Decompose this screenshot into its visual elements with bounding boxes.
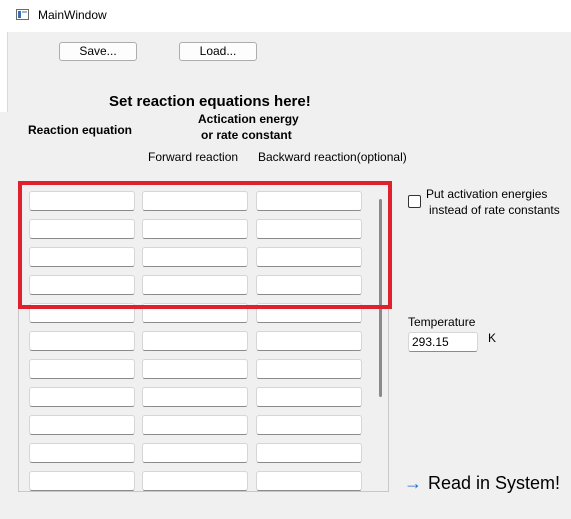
window-edge (0, 32, 7, 112)
activation-checkbox-label-line1: Put activation energies (426, 187, 548, 201)
temperature-unit: K (488, 331, 497, 345)
forward-reaction-header: Forward reaction (148, 150, 239, 164)
read-in-system-label: Read in System! (428, 473, 561, 493)
backward-reaction-header: Backward reaction(optional) (258, 150, 407, 164)
save-button[interactable]: Save... (59, 42, 137, 61)
backward-reaction-input[interactable] (256, 359, 362, 379)
arrow-right-icon: → (404, 473, 422, 493)
reaction-equation-header: Reaction equation (28, 123, 133, 137)
forward-reaction-input[interactable] (142, 387, 248, 407)
forward-reaction-input[interactable] (142, 471, 248, 491)
reaction-equation-input[interactable] (29, 471, 135, 491)
highlight-box (18, 181, 392, 309)
read-in-system-button[interactable]: → Read in System! (404, 473, 560, 499)
forward-reaction-input[interactable] (142, 443, 248, 463)
window-title: MainWindow (38, 8, 107, 22)
app-window-icon (16, 9, 29, 20)
backward-reaction-input[interactable] (256, 415, 362, 435)
activation-checkbox-label-line2: instead of rate constants (429, 203, 560, 217)
forward-reaction-input[interactable] (142, 415, 248, 435)
backward-reaction-input[interactable] (256, 471, 362, 491)
reaction-equation-input[interactable] (29, 387, 135, 407)
activation-header-line1: Actication energy (198, 112, 299, 126)
reaction-equation-input[interactable] (29, 359, 135, 379)
backward-reaction-input[interactable] (256, 443, 362, 463)
activation-header-line2: or rate constant (201, 128, 292, 142)
section-title: Set reaction equations here! (109, 93, 311, 110)
backward-reaction-input[interactable] (256, 387, 362, 407)
load-button[interactable]: Load... (179, 42, 257, 61)
reaction-equation-input[interactable] (29, 443, 135, 463)
temperature-input[interactable] (408, 332, 478, 352)
forward-reaction-input[interactable] (142, 359, 248, 379)
title-bar: MainWindow (0, 0, 571, 32)
activation-energy-checkbox[interactable] (408, 195, 421, 208)
window-edge-divider (7, 32, 8, 112)
forward-reaction-input[interactable] (142, 331, 248, 351)
backward-reaction-input[interactable] (256, 331, 362, 351)
reaction-equation-input[interactable] (29, 331, 135, 351)
temperature-label: Temperature (408, 315, 476, 329)
reaction-equation-input[interactable] (29, 415, 135, 435)
